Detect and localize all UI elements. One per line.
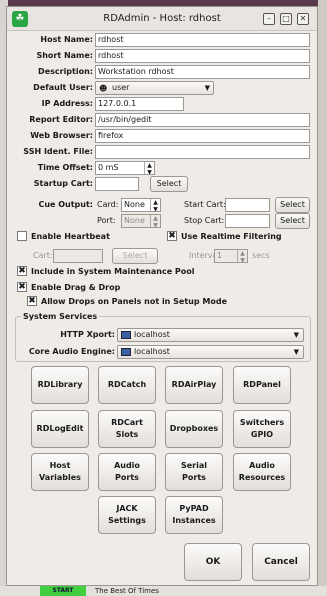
ssh-ident-file-label: SSH Ident. File:	[23, 147, 93, 156]
report-editor-label: Report Editor:	[29, 115, 93, 124]
default-user-select[interactable]: ☻ user ▼	[95, 81, 214, 95]
audio-ports-button[interactable]: Audio Ports	[98, 453, 156, 491]
serial-ports-button[interactable]: Serial Ports	[165, 453, 223, 491]
rdlibrary-button[interactable]: RDLibrary	[31, 366, 89, 404]
start-cart-field[interactable]	[225, 198, 270, 212]
core-audio-label: Core Audio Engine:	[28, 347, 115, 356]
cancel-button[interactable]: Cancel	[252, 543, 310, 581]
time-offset-spinbox[interactable]: 0 mS ▲ ▼	[95, 161, 155, 175]
short-name-field[interactable]: rdhost	[95, 49, 310, 63]
cue-card-spinbox[interactable]: None ▲ ▼	[121, 198, 161, 212]
startup-cart-field[interactable]	[95, 177, 139, 191]
stop-cart-field[interactable]	[225, 214, 270, 228]
heartbeat-select-button[interactable]: Select	[112, 248, 158, 264]
heartbeat-cart-field[interactable]	[53, 249, 103, 263]
default-user-label: Default User:	[33, 83, 93, 92]
chevron-down-icon: ▼	[293, 348, 299, 356]
drag-drop-label: Enable Drag & Drop	[31, 283, 121, 292]
host-name-label: Host Name:	[40, 35, 93, 44]
report-editor-field[interactable]: /usr/bin/gedit	[95, 113, 310, 127]
http-xport-select[interactable]: localhost ▼	[117, 328, 304, 342]
background-now-playing: The Best Of Times	[95, 587, 159, 595]
background-start-button: START	[40, 586, 86, 596]
core-audio-select[interactable]: localhost ▼	[117, 345, 304, 359]
default-user-value: user	[112, 83, 130, 92]
startup-cart-select-button[interactable]: Select	[150, 176, 188, 192]
system-services-title: System Services	[21, 312, 100, 321]
background-right-window	[318, 0, 327, 596]
allow-drops-checkbox[interactable]: ✖	[27, 296, 37, 306]
cue-card-spinner[interactable]: ▲ ▼	[150, 199, 160, 211]
system-maintenance-label: Include in System Maintenance Pool	[31, 267, 195, 276]
cue-port-spinbox[interactable]: None ▲ ▼	[121, 214, 161, 228]
cue-card-value: None	[124, 200, 145, 209]
dropboxes-button[interactable]: Dropboxes	[165, 410, 223, 448]
web-browser-field[interactable]: firefox	[95, 129, 310, 143]
description-label: Description:	[38, 67, 93, 76]
user-icon: ☻	[99, 84, 108, 93]
rdadmin-host-dialog: ☘ RDAdmin - Host: rdhost – □ ✕ Host Name…	[6, 6, 318, 586]
cue-port-spinner[interactable]: ▲ ▼	[150, 215, 160, 227]
heartbeat-interval-unit: secs	[252, 251, 270, 260]
start-cart-select-button[interactable]: Select	[275, 197, 310, 213]
realtime-filtering-checkbox[interactable]: ✖	[167, 231, 177, 241]
http-xport-label: HTTP Xport:	[60, 330, 115, 339]
rdlogedit-button[interactable]: RDLogEdit	[31, 410, 89, 448]
pypad-instances-button[interactable]: PyPAD Instances	[165, 496, 223, 534]
close-icon[interactable]: ✕	[297, 13, 309, 25]
ip-address-label: IP Address:	[41, 99, 93, 108]
realtime-filtering-label: Use Realtime Filtering	[181, 232, 282, 241]
cue-port-label: Port:	[97, 216, 116, 225]
rdcart-slots-button[interactable]: RDCart Slots	[98, 410, 156, 448]
chevron-down-icon: ▼	[204, 84, 210, 92]
start-cart-label: Start Cart:	[184, 200, 226, 209]
chevron-down-icon: ▼	[293, 331, 299, 339]
short-name-label: Short Name:	[36, 51, 93, 60]
stop-cart-label: Stop Cart:	[184, 216, 225, 225]
http-xport-value: localhost	[134, 330, 170, 339]
ip-address-field[interactable]: 127.0.0.1	[95, 97, 184, 111]
allow-drops-label: Allow Drops on Panels not in Setup Mode	[41, 297, 227, 306]
ssh-ident-file-field[interactable]	[95, 145, 310, 159]
title-bar[interactable]: ☘ RDAdmin - Host: rdhost – □ ✕	[7, 7, 317, 31]
enable-heartbeat-checkbox[interactable]	[17, 231, 27, 241]
ok-button[interactable]: OK	[184, 543, 242, 581]
heartbeat-interval-spinner[interactable]: ▲ ▼	[237, 250, 247, 262]
rdcatch-button[interactable]: RDCatch	[98, 366, 156, 404]
time-offset-value: 0 mS	[98, 163, 119, 172]
host-variables-button[interactable]: Host Variables	[31, 453, 89, 491]
minimize-icon[interactable]: –	[263, 13, 275, 25]
rdairplay-button[interactable]: RDAirPlay	[165, 366, 223, 404]
computer-icon	[121, 348, 131, 356]
heartbeat-cart-label: Cart:	[33, 251, 53, 260]
core-audio-value: localhost	[134, 347, 170, 356]
startup-cart-label: Startup Cart:	[33, 179, 93, 188]
time-offset-spinner[interactable]: ▲ ▼	[144, 162, 154, 174]
stop-cart-select-button[interactable]: Select	[275, 213, 310, 229]
time-offset-label: Time Offset:	[37, 163, 93, 172]
switchers-gpio-button[interactable]: Switchers GPIO	[233, 410, 291, 448]
maximize-icon[interactable]: □	[280, 13, 292, 25]
host-name-field[interactable]: rdhost	[95, 33, 310, 47]
rdpanel-button[interactable]: RDPanel	[233, 366, 291, 404]
system-maintenance-checkbox[interactable]: ✖	[17, 266, 27, 276]
heartbeat-interval-spinbox[interactable]: 1 ▲ ▼	[214, 249, 248, 263]
jack-settings-button[interactable]: JACK Settings	[98, 496, 156, 534]
cue-port-value: None	[124, 216, 145, 225]
computer-icon	[121, 331, 131, 339]
enable-heartbeat-label: Enable Heartbeat	[31, 232, 110, 241]
description-field[interactable]: Workstation rdhost	[95, 65, 310, 79]
drag-drop-checkbox[interactable]: ✖	[17, 282, 27, 292]
web-browser-label: Web Browser:	[30, 131, 93, 140]
cue-output-label: Cue Output:	[38, 200, 93, 209]
cue-card-label: Card:	[97, 200, 119, 209]
heartbeat-interval-value: 1	[217, 251, 223, 260]
audio-resources-button[interactable]: Audio Resources	[233, 453, 291, 491]
